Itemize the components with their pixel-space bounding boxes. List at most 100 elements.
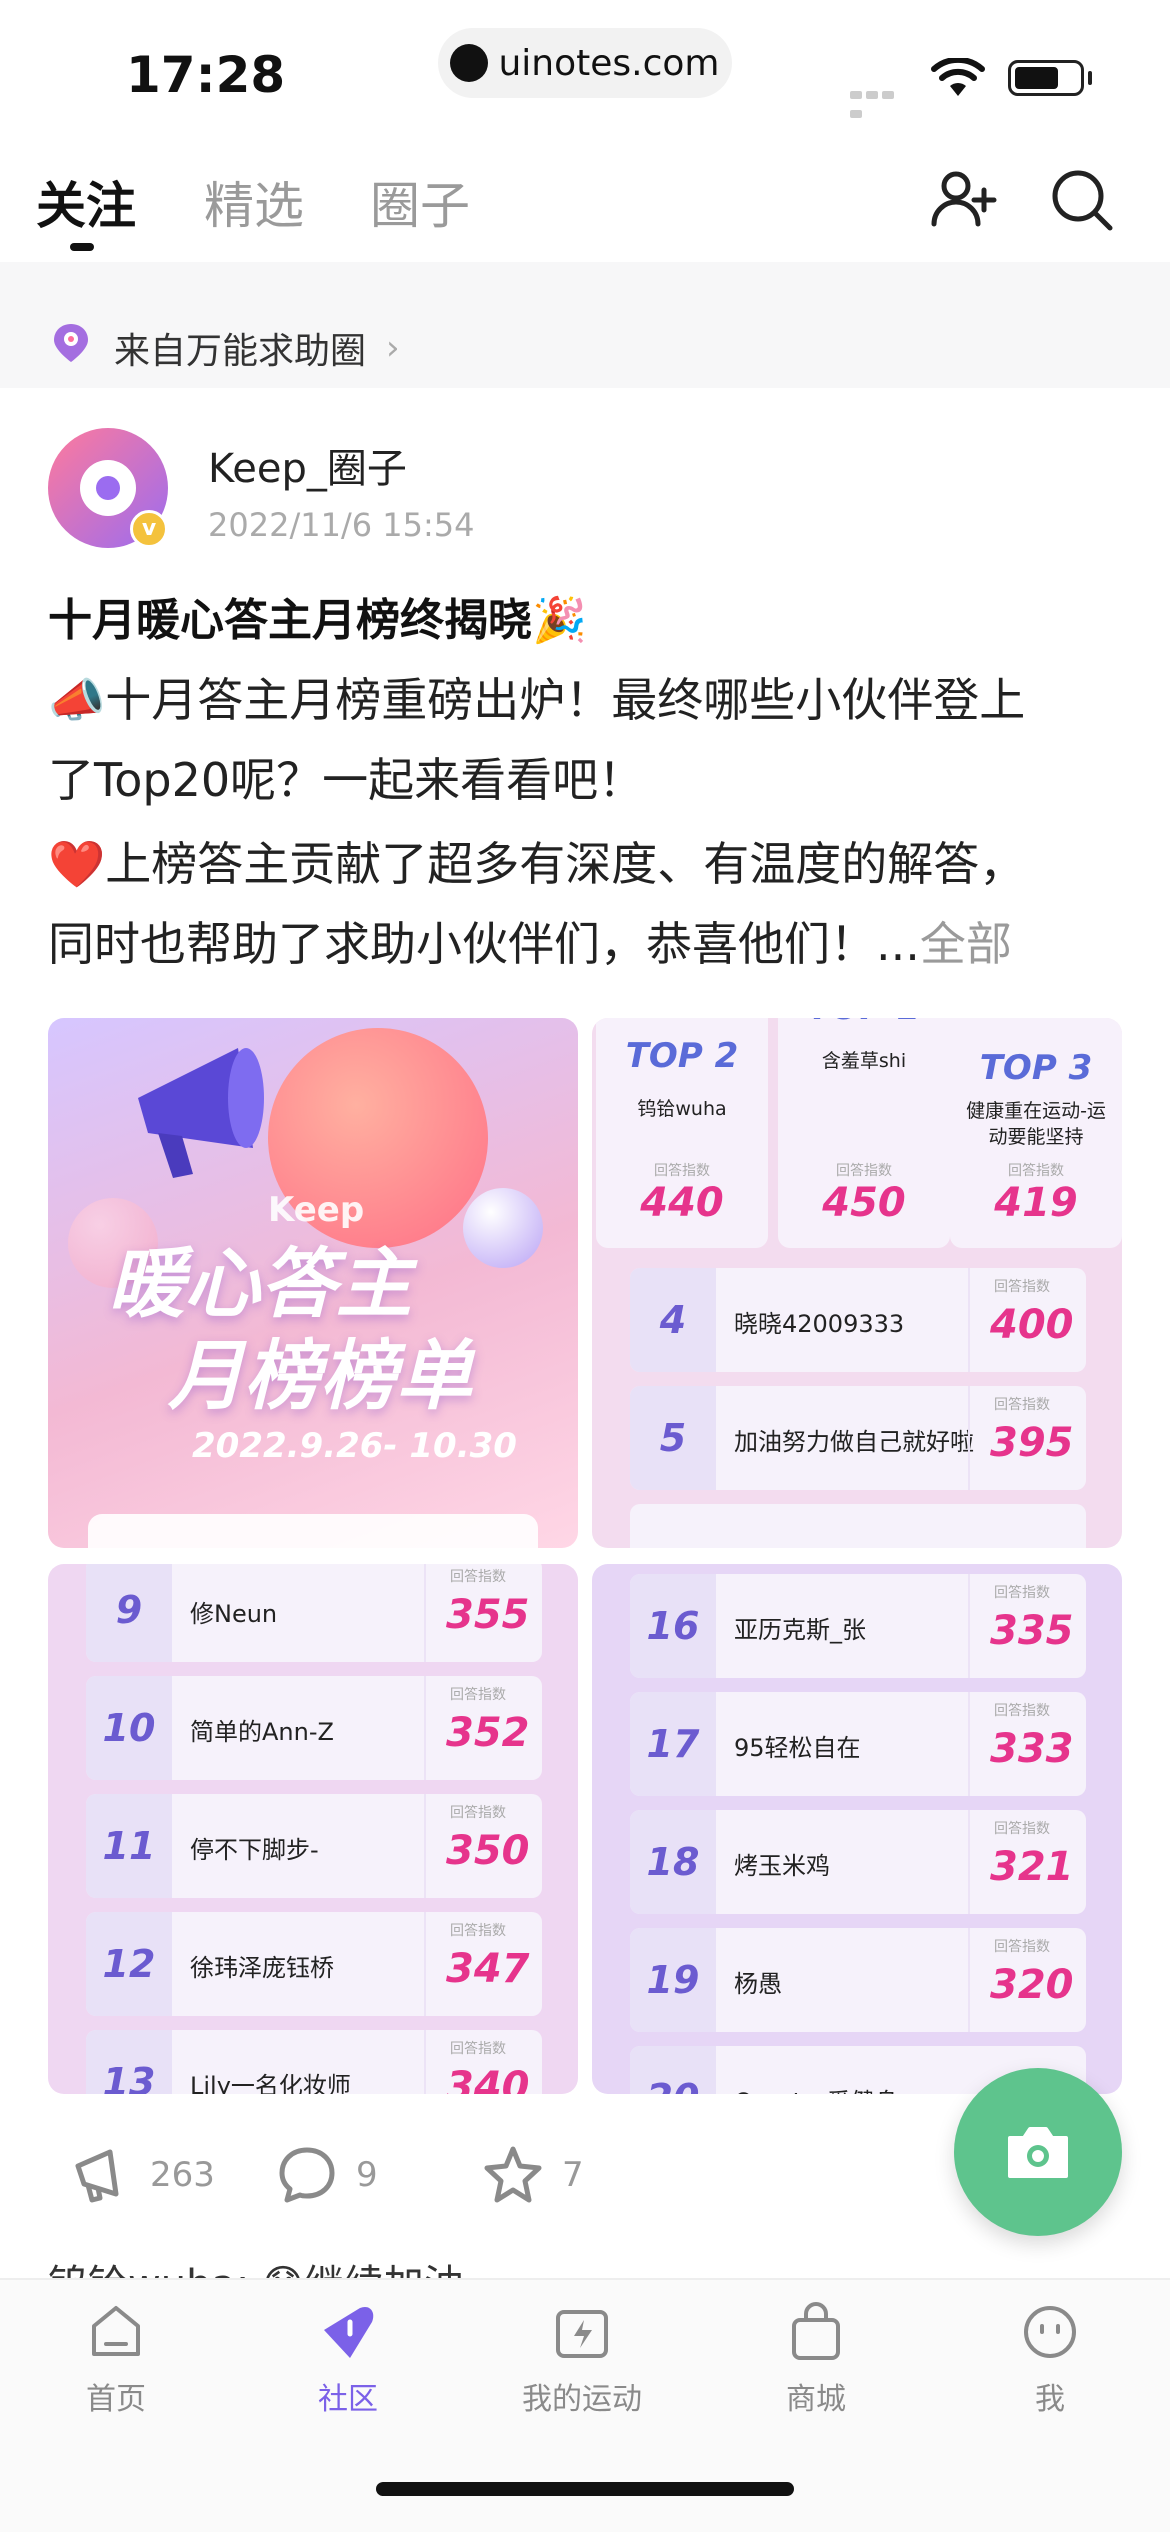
score-label: 回答指数: [994, 1703, 1050, 1719]
shopping-bag-icon: [792, 2302, 840, 2360]
like-button[interactable]: 263: [70, 2144, 215, 2206]
nav-store[interactable]: 商城: [736, 2300, 896, 2418]
podium-top2: TOP 2 钨铪wuha 回答指数 440: [596, 1018, 768, 1248]
wifi-icon: [931, 58, 985, 96]
ranking-row: 4 晓晓42009333 回答指数 400: [630, 1268, 1086, 1372]
rank-name: 修Neun: [190, 1600, 278, 1628]
add-user-icon[interactable]: [928, 164, 1000, 236]
expand-link[interactable]: 全部: [920, 917, 1012, 971]
rank-name: 烤玉米鸡: [734, 1852, 830, 1880]
rank-number: 11: [86, 1794, 172, 1898]
score-label: 回答指数: [994, 1279, 1050, 1295]
rank-score: 333: [990, 1726, 1074, 1772]
rank-number: 13: [86, 2030, 172, 2094]
ranking-row: 11 停不下脚步- 回答指数 350: [86, 1794, 542, 1898]
community-icon: [324, 2306, 374, 2358]
post-body-line: ❤️上榜答主贡献了超多有深度、有温度的解答，: [48, 837, 1026, 891]
score-label: 回答指数: [450, 1923, 506, 1939]
rank-name: 停不下脚步-: [190, 1836, 319, 1864]
rank-score: 400: [990, 1302, 1074, 1348]
camera-icon: [1008, 2127, 1068, 2178]
ranking-row: 9 修Neun 回答指数 355: [86, 1564, 542, 1662]
nav-label: 首页: [86, 2382, 146, 2417]
ranking-row: 16 亚历克斯_张 回答指数 335: [630, 1574, 1086, 1678]
cheer-icon: [75, 2149, 119, 2203]
tab-following[interactable]: 关注: [36, 166, 136, 238]
favorite-count: 7: [562, 2155, 584, 2195]
site-icon: [450, 44, 489, 82]
tab-featured[interactable]: 精选: [204, 166, 304, 238]
rank-number: 9: [86, 1564, 172, 1662]
podium-rank: TOP 2: [625, 1036, 739, 1076]
nav-label: 我: [1035, 2382, 1065, 2417]
nav-label: 社区: [318, 2382, 378, 2417]
ranking-row: 5 加油努力做自己就好啦 回答指数 395: [630, 1386, 1086, 1490]
comment-button[interactable]: 9: [276, 2144, 378, 2206]
rank-score: 347: [446, 1946, 530, 1992]
profile-icon: [1024, 2306, 1076, 2358]
ranking-row: 12 徐玮泽庞钰桥 回答指数 347: [86, 1912, 542, 2016]
rank-number: 4: [630, 1268, 716, 1372]
cellular-signal-icon: [850, 84, 912, 118]
like-count: 263: [150, 2155, 215, 2195]
source-circle-name[interactable]: 来自万能求助圈: [114, 322, 366, 374]
tab-circles[interactable]: 圈子: [370, 166, 470, 238]
nav-label: 商城: [786, 2382, 846, 2417]
search-icon[interactable]: [1046, 164, 1118, 236]
poster-brand: Keep: [268, 1190, 365, 1230]
rank-name: 杨愚: [734, 1970, 782, 1998]
battery-tip: [1088, 71, 1092, 85]
score-label: 回答指数: [994, 1821, 1050, 1837]
post-body-text: 同时也帮助了求助小伙伴们，恭喜他们！...: [48, 917, 920, 971]
score-label: 回答指数: [450, 1687, 506, 1703]
nav-home[interactable]: 首页: [36, 2300, 196, 2418]
comment-icon: [279, 2147, 335, 2203]
post-time: 2022/11/6 15:54: [208, 506, 475, 544]
rank-number: 17: [630, 1692, 716, 1796]
url-pill[interactable]: uinotes.com: [438, 28, 732, 98]
podium-score: 440: [640, 1180, 724, 1226]
post-image-ranking-9-13[interactable]: 9 修Neun 回答指数 355 10 简单的Ann-Z 回答指数 352 11 停…: [48, 1564, 578, 2094]
nav-label: 我的运动: [522, 2382, 642, 2417]
score-label: 回答指数: [836, 1163, 892, 1179]
rank-score: 340: [446, 2064, 530, 2094]
rank-name: 加油努力做自己就好啦: [734, 1428, 974, 1456]
rank-number: 12: [86, 1912, 172, 2016]
author-name[interactable]: Keep_圈子: [208, 436, 407, 494]
score-label: 回答指数: [450, 2041, 506, 2057]
home-indicator: [376, 2482, 794, 2496]
post-title: 十月暖心答主月榜终揭晓🎉: [48, 595, 587, 646]
score-label: 回答指数: [654, 1163, 710, 1179]
ranking-row: 19 杨愚 回答指数 320: [630, 1928, 1086, 2032]
podium-name: 钨铪wuha: [637, 1098, 727, 1120]
score-label: 回答指数: [994, 1397, 1050, 1413]
nav-community[interactable]: 社区: [268, 2300, 428, 2418]
rank-name: 徐玮泽庞钰桥: [190, 1954, 334, 1982]
podium-rank: TOP 1: [778, 1018, 950, 1028]
post-image-ranking-16-20[interactable]: 16 亚历克斯_张 回答指数 335 17 95轻松自在 回答指数 333 18 烤…: [592, 1564, 1122, 2094]
podium-top3: TOP 3 健康重在运动-运动要能坚持 回答指数 419: [950, 1018, 1122, 1248]
sports-icon: [556, 2310, 608, 2358]
active-tab-indicator: [70, 243, 94, 251]
rank-score: 395: [990, 1420, 1074, 1466]
poster-title-line: 暖心答主: [108, 1239, 412, 1328]
ranking-row-partial: [630, 1504, 1086, 1548]
camera-post-button[interactable]: [954, 2068, 1122, 2236]
post-image-ranking-top[interactable]: TOP 2 钨铪wuha 回答指数 440 TOP 1 含羞草shi 回答指数 …: [592, 1018, 1122, 1548]
rank-score: 335: [990, 1608, 1074, 1654]
nav-me[interactable]: 我: [970, 2300, 1130, 2418]
podium-score: 450: [822, 1180, 906, 1226]
nav-my-sports[interactable]: 我的运动: [502, 2300, 662, 2418]
score-label: 回答指数: [450, 1805, 506, 1821]
post-image-poster[interactable]: Keep 暖心答主 月榜榜单 2022.9.26- 10.30: [48, 1018, 578, 1548]
rank-name: 晓晓42009333: [734, 1310, 905, 1338]
ranking-row: 10 简单的Ann-Z 回答指数 352: [86, 1676, 542, 1780]
rank-score: 320: [990, 1962, 1074, 2008]
poster-title: 暖心答主 月榜榜单: [108, 1238, 548, 1422]
location-pin-icon: [54, 324, 88, 362]
rank-name: 95轻松自在: [734, 1734, 861, 1762]
favorite-button[interactable]: 7: [482, 2144, 584, 2206]
home-icon: [92, 2306, 140, 2356]
post-body-line: 了Top20呢？一起来看看吧！: [48, 753, 645, 807]
poster-title-line: 月榜榜单: [168, 1331, 472, 1420]
